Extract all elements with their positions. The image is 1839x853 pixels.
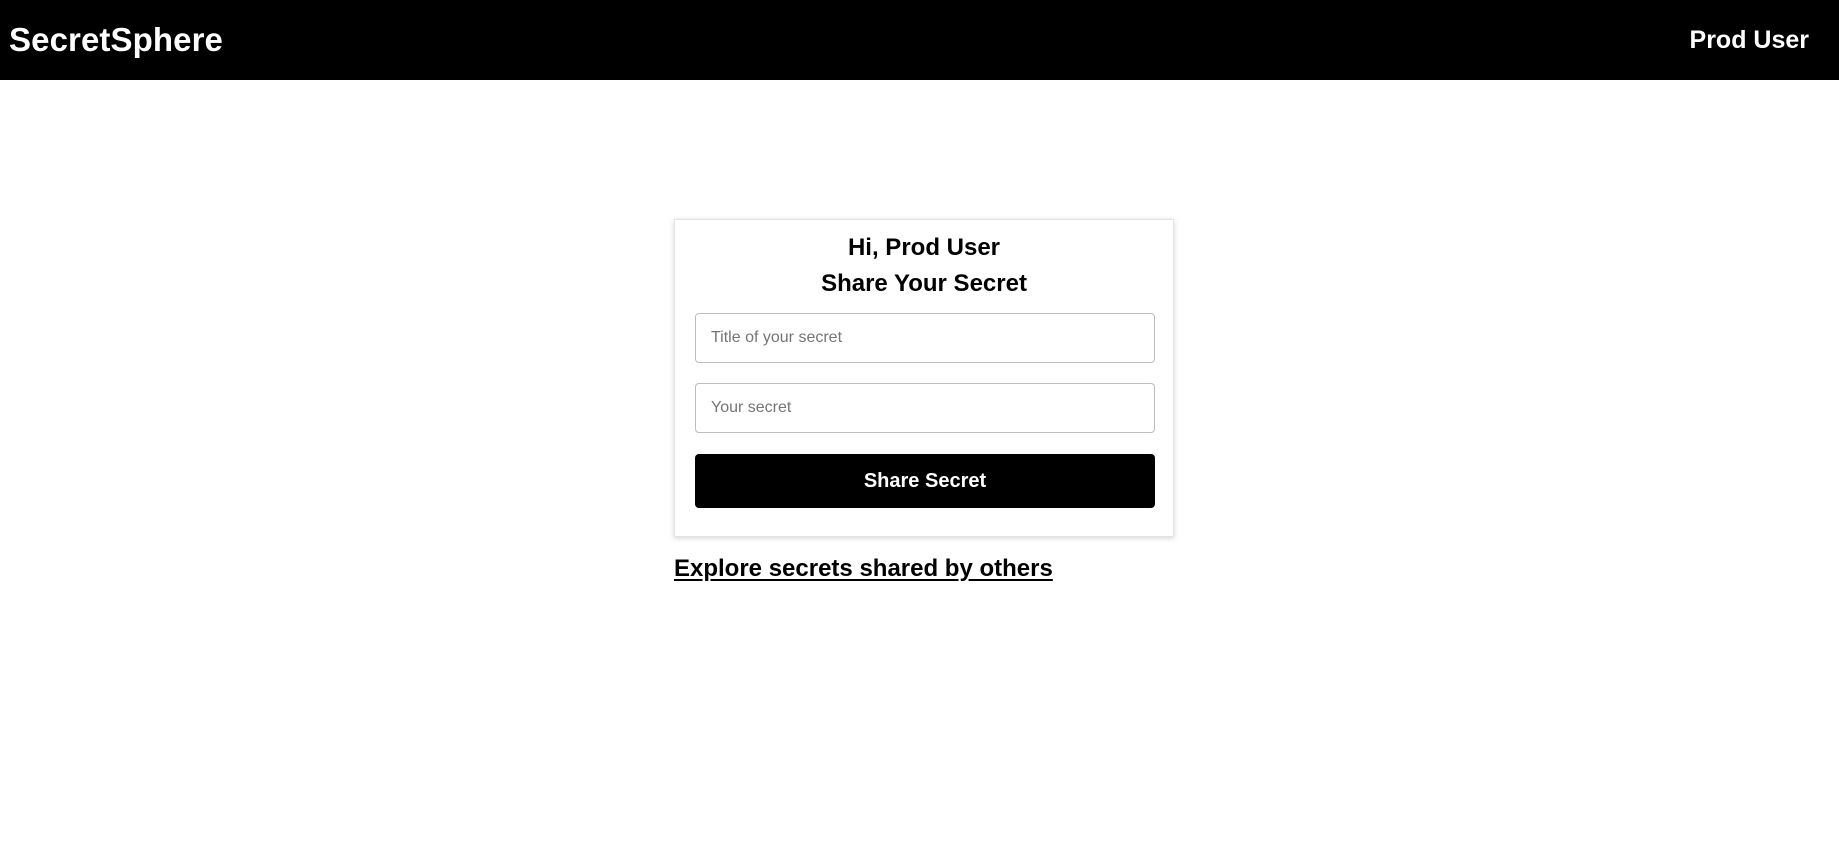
top-navbar: SecretSphere Prod User bbox=[0, 0, 1839, 80]
share-secret-button[interactable]: Share Secret bbox=[695, 454, 1155, 508]
secret-content-input[interactable] bbox=[695, 383, 1155, 433]
form-title: Share Your Secret bbox=[821, 270, 1027, 297]
secret-title-input[interactable] bbox=[695, 313, 1155, 363]
explore-secrets-link[interactable]: Explore secrets shared by others bbox=[674, 555, 1053, 583]
greeting-heading: Hi, Prod User bbox=[847, 234, 1001, 261]
nav-user-name[interactable]: Prod User bbox=[1690, 26, 1809, 55]
share-secret-card: Hi, Prod User Share Your Secret Share Se… bbox=[674, 219, 1174, 537]
share-secret-form: Share Secret bbox=[695, 313, 1155, 508]
brand-logo[interactable]: SecretSphere bbox=[9, 21, 223, 59]
